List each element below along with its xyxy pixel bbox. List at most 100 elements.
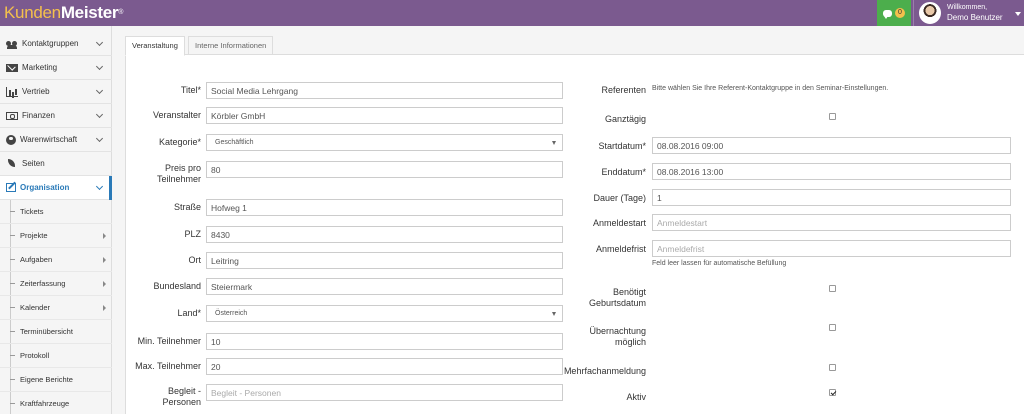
begleit-label-line1: Begleit - — [167, 386, 201, 396]
sidebar-item-organisation[interactable]: Organisation — [0, 176, 112, 200]
anmeldestart-input[interactable] — [652, 214, 1011, 231]
sidebar-subitem-label: Eigene Berichte — [20, 375, 73, 384]
begleit-label-line2: Personen — [162, 397, 201, 407]
mehrfachanmeldung-checkbox[interactable] — [829, 364, 836, 371]
strasse-input[interactable] — [206, 199, 563, 216]
chat-count-badge: 0 — [895, 8, 905, 18]
ort-input[interactable] — [206, 252, 563, 269]
tab-interne-informationen[interactable]: Interne Informationen — [188, 36, 274, 55]
sidebar-subitem-label: Kalender — [20, 303, 51, 312]
caret-right-icon — [103, 232, 106, 239]
leaf-icon — [6, 158, 18, 169]
sidebar: Kontaktgruppen Marketing Vertrieb Finanz… — [0, 26, 112, 414]
anmeldestart-label: Anmeldestart — [592, 218, 646, 228]
preis-label-line1: Preis pro — [164, 163, 201, 173]
preis-label: Preis pro Teilnehmer — [126, 163, 201, 185]
sidebar-item-finanzen[interactable]: Finanzen — [0, 104, 112, 128]
sidebar-subitem-projekte[interactable]: Projekte — [0, 224, 112, 248]
sidebar-subitem-protokoll[interactable]: Protokoll — [0, 344, 112, 368]
tab-veranstaltung[interactable]: Veranstaltung — [125, 36, 185, 56]
uebernachtung-checkbox[interactable] — [829, 324, 836, 331]
dash-icon — [10, 379, 15, 380]
active-indicator — [109, 176, 112, 200]
dash-icon — [10, 259, 15, 260]
max-teilnehmer-input[interactable] — [206, 358, 563, 375]
ganztaegig-checkbox[interactable] — [829, 113, 836, 120]
bar-chart-icon — [6, 86, 18, 97]
logo-text-kunden: Kunden — [4, 3, 61, 22]
uebernachtung-label: Übernachtung möglich — [546, 326, 646, 348]
dauer-label: Dauer (Tage) — [593, 193, 646, 203]
sidebar-subitem-aufgaben[interactable]: Aufgaben — [0, 248, 112, 272]
land-selected-value: Österreich — [215, 310, 248, 317]
sidebar-item-marketing[interactable]: Marketing — [0, 56, 112, 80]
dauer-input[interactable] — [652, 189, 1011, 206]
chevron-down-icon — [95, 110, 104, 118]
sidebar-item-label: Vertrieb — [22, 87, 50, 96]
sidebar-subitem-label: Aufgaben — [20, 255, 53, 264]
min-teilnehmer-input[interactable] — [206, 333, 563, 350]
caret-right-icon — [103, 280, 106, 287]
sidebar-item-seiten[interactable]: Seiten — [0, 152, 112, 176]
uebernachtung-label-line1: Übernachtung — [589, 326, 646, 336]
geburtsdatum-checkbox[interactable] — [829, 285, 836, 292]
plz-input[interactable] — [206, 226, 563, 243]
mehrfachanmeldung-label: Mehrfachanmeldung — [563, 366, 646, 376]
sidebar-subitem-eigene-berichte[interactable]: Eigene Berichte — [0, 368, 112, 392]
aktiv-checkbox[interactable] — [829, 389, 836, 396]
sidebar-item-label: Seiten — [22, 159, 45, 168]
aktiv-label: Aktiv — [626, 392, 646, 402]
veranstalter-input[interactable] — [206, 107, 563, 124]
startdatum-label: Startdatum* — [598, 141, 646, 151]
sidebar-subitem-label: Zeiterfassung — [20, 279, 66, 288]
begleit-personen-input[interactable] — [206, 384, 563, 401]
referenten-label: Referenten — [601, 85, 646, 95]
bundesland-input[interactable] — [206, 278, 563, 295]
caret-right-icon — [103, 256, 106, 263]
sidebar-subitem-label: Tickets — [20, 207, 44, 216]
ort-label: Ort — [188, 255, 202, 265]
globe-icon — [6, 134, 16, 145]
ganztaegig-label: Ganztägig — [604, 114, 646, 124]
money-icon — [6, 111, 18, 120]
chevron-down-icon — [95, 182, 104, 190]
kategorie-select[interactable]: Geschäftlich — [206, 134, 563, 151]
sidebar-subitem-kraftfahrzeuge[interactable]: Kraftfahrzeuge — [0, 392, 112, 414]
users-icon — [6, 39, 18, 49]
app-logo[interactable]: KundenMeister® — [4, 3, 123, 23]
dash-icon — [10, 307, 15, 308]
user-menu[interactable]: Willkommen, Demo Benutzer — [913, 0, 1024, 26]
anmeldefrist-input[interactable] — [652, 240, 1011, 257]
sidebar-subitem-kalender[interactable]: Kalender — [0, 296, 112, 320]
geburtsdatum-label: Benötigt Geburtsdatum — [546, 287, 646, 309]
enddatum-input[interactable] — [652, 163, 1011, 180]
kategorie-selected-value: Geschäftlich — [215, 139, 254, 146]
sidebar-item-warenwirtschaft[interactable]: Warenwirtschaft — [0, 128, 112, 152]
dash-icon — [10, 355, 15, 356]
land-label: Land* — [177, 308, 201, 318]
kategorie-label: Kategorie* — [158, 137, 201, 147]
dash-icon — [10, 403, 15, 404]
sidebar-subitem-terminuebersicht[interactable]: Terminübersicht — [0, 320, 112, 344]
dash-icon — [10, 211, 15, 212]
titel-input[interactable] — [206, 82, 563, 99]
chevron-down-icon — [95, 134, 104, 142]
preis-label-line2: Teilnehmer — [156, 174, 201, 184]
anmeldefrist-help-text: Feld leer lassen für automatische Befüll… — [652, 260, 787, 267]
logo-text-meister: Meister — [60, 3, 119, 22]
chevron-down-icon — [95, 62, 104, 70]
sidebar-subitem-label: Projekte — [20, 231, 48, 240]
land-select[interactable]: Österreich — [206, 305, 563, 322]
form-panel: Titel* Veranstalter Kategorie* Geschäftl… — [125, 54, 1024, 414]
sidebar-item-label: Organisation — [20, 183, 70, 192]
preis-input[interactable] — [206, 161, 563, 178]
main-content: Veranstaltung Interne Informationen Tite… — [113, 26, 1024, 414]
sidebar-subitem-zeiterfassung[interactable]: Zeiterfassung — [0, 272, 112, 296]
sidebar-subitem-tickets[interactable]: Tickets — [0, 200, 112, 224]
chat-button[interactable]: 0 — [877, 0, 911, 26]
dash-icon — [10, 331, 15, 332]
sidebar-item-label: Marketing — [22, 63, 58, 72]
sidebar-item-vertrieb[interactable]: Vertrieb — [0, 80, 112, 104]
startdatum-input[interactable] — [652, 137, 1011, 154]
sidebar-item-kontaktgruppen[interactable]: Kontaktgruppen — [0, 32, 112, 56]
